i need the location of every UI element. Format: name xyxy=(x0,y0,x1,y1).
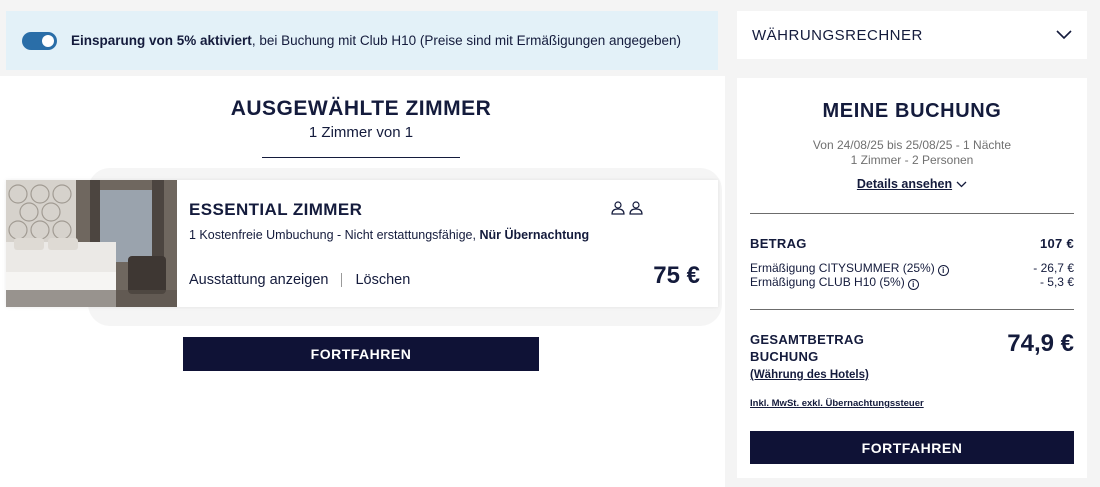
amount-row: BETRAG 107 € xyxy=(750,236,1074,251)
show-amenities-link[interactable]: Ausstattung anzeigen xyxy=(189,272,328,288)
room-conditions: 1 Kostenfreie Umbuchung - Nicht erstattu… xyxy=(189,228,589,242)
tax-note-link[interactable]: Inkl. MwSt. exkl. Übernachtungssteuer xyxy=(750,398,924,409)
details-link-label: Details ansehen xyxy=(856,177,953,191)
room-photo xyxy=(6,180,177,307)
discount-label: Ermäßigung CLUB H10 (5%) i xyxy=(750,275,919,290)
amount-value: 107 € xyxy=(1039,236,1074,251)
club-discount-banner: Einsparung von 5% aktiviert, bei Buchung… xyxy=(6,11,718,70)
total-label: GESAMTBETRAG BUCHUNG xyxy=(750,331,864,365)
room-photo-illustration xyxy=(6,180,177,307)
discount-value: - 5,3 € xyxy=(1039,275,1074,289)
room-board-type: Nür Übernachtung xyxy=(479,228,590,242)
selected-rooms-subtitle: 1 Zimmer von 1 xyxy=(308,124,414,141)
person-icon xyxy=(629,201,643,215)
discount-row: Ermäßigung CLUB H10 (5%) i - 5,3 € xyxy=(750,275,1074,290)
chevron-down-icon xyxy=(1056,30,1072,40)
room-card: ESSENTIAL ZIMMER 1 Kostenfreie Umbuchung… xyxy=(6,180,718,307)
booking-title: MEINE BUCHUNG xyxy=(822,100,1002,122)
room-capacity xyxy=(611,201,643,215)
total-value: 74,9 € xyxy=(1007,330,1074,357)
discount-row: Ermäßigung CITYSUMMER (25%) i - 26,7 € xyxy=(750,261,1074,276)
booking-rooms: 1 Zimmer - 2 Personen xyxy=(850,153,974,167)
club-discount-toggle[interactable] xyxy=(22,31,57,50)
info-icon[interactable]: i xyxy=(907,279,919,290)
booking-continue-button[interactable]: FORTFAHREN xyxy=(750,431,1074,464)
room-actions: Ausstattung anzeigen Löschen xyxy=(189,272,410,288)
actions-separator xyxy=(341,273,343,287)
divider xyxy=(750,213,1074,214)
currency-converter-toggle[interactable]: WÄHRUNGSRECHNER xyxy=(737,11,1087,59)
total-label-line2: BUCHUNG xyxy=(750,349,819,364)
details-link[interactable]: Details ansehen xyxy=(737,177,1087,191)
banner-bold-text: Einsparung von 5% aktiviert xyxy=(71,33,252,48)
discount-label-text: Ermäßigung CITYSUMMER (25%) xyxy=(750,261,935,275)
total-label-line1: GESAMTBETRAG xyxy=(750,332,865,347)
booking-dates: Von 24/08/25 bis 25/08/25 - 1 Nächte xyxy=(812,138,1012,152)
discount-label-text: Ermäßigung CLUB H10 (5%) xyxy=(750,275,905,289)
banner-rest-text: , bei Buchung mit Club H10 (Preise sind … xyxy=(251,33,682,48)
selected-rooms-title: AUSGEWÄHLTE ZIMMER xyxy=(230,97,492,120)
hotel-currency-link[interactable]: (Währung des Hotels) xyxy=(750,369,869,381)
currency-converter-label: WÄHRUNGSRECHNER xyxy=(752,26,923,44)
delete-room-link[interactable]: Löschen xyxy=(355,272,410,288)
discount-value: - 26,7 € xyxy=(1033,261,1074,275)
booking-summary: MEINE BUCHUNG Von 24/08/25 bis 25/08/25 … xyxy=(737,78,1087,478)
discount-label: Ermäßigung CITYSUMMER (25%) i xyxy=(750,261,949,276)
person-icon xyxy=(611,201,625,215)
toggle-knob xyxy=(42,34,54,47)
summary-panel: WÄHRUNGSRECHNER MEINE BUCHUNG Von 24/08/… xyxy=(728,0,1100,487)
title-divider xyxy=(262,157,460,158)
amount-label: BETRAG xyxy=(750,236,807,251)
banner-text: Einsparung von 5% aktiviert, bei Buchung… xyxy=(71,32,691,49)
selection-panel: Einsparung von 5% aktiviert, bei Buchung… xyxy=(0,0,725,487)
divider xyxy=(750,309,1074,310)
room-name: ESSENTIAL ZIMMER xyxy=(189,200,363,219)
chevron-down-icon xyxy=(956,181,967,187)
room-conditions-text: 1 Kostenfreie Umbuchung - Nicht erstattu… xyxy=(189,228,480,242)
room-price: 75 € xyxy=(653,262,700,289)
continue-button[interactable]: FORTFAHREN xyxy=(183,337,539,371)
